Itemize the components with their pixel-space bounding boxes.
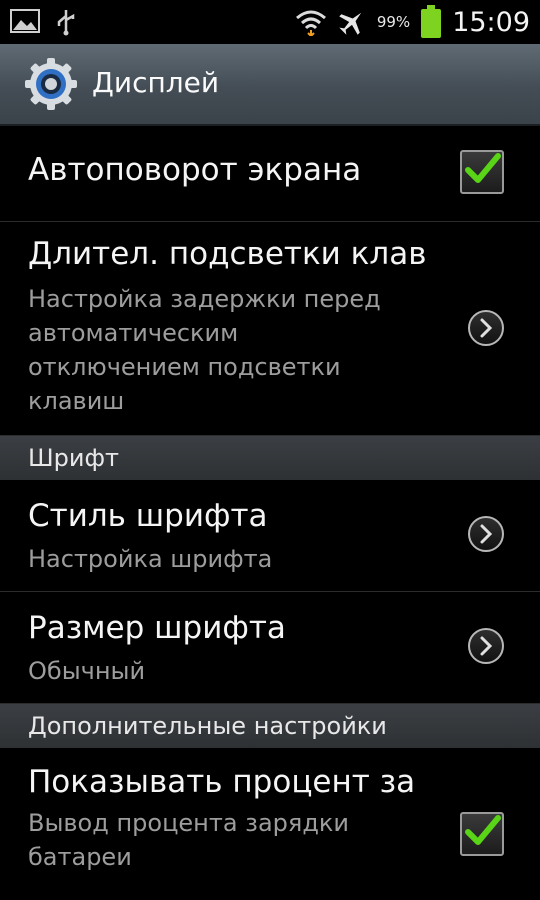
airplane-icon [339,12,362,35]
section-advanced-label: Дополнительные настройки [28,712,387,740]
font-style-title: Стиль шрифта [28,498,268,534]
autorotate-title: Автоповорот экрана [28,152,362,188]
chevron-right-icon [480,636,493,656]
chevron-right-icon [480,318,493,338]
settings-gear-icon[interactable] [24,57,78,111]
font-style-chevron-button[interactable] [468,516,504,552]
backlight-subtitle: Настройка задержки перед автоматическим … [28,285,381,415]
checkmark-icon [465,815,501,845]
title-bar: Дисплей [0,44,540,126]
font-style-item[interactable]: Стиль шрифта Настройка шрифта [0,480,540,592]
font-size-item[interactable]: Размер шрифта Обычный [0,592,540,704]
backlight-title: Длител. подсветки клав [28,236,427,272]
checkmark-icon [465,153,501,183]
wifi-icon [295,10,326,36]
autorotate-checkbox[interactable] [460,150,504,194]
section-header-font: Шрифт [0,436,540,480]
battery-percent-item[interactable]: Показывать процент за Вывод процента зар… [0,748,540,898]
backlight-chevron-button[interactable] [468,310,504,346]
section-header-advanced: Дополнительные настройки [0,704,540,748]
font-style-subtitle: Настройка шрифта [28,545,273,573]
settings-list: Автоповорот экрана Длител. подсветки кла… [0,126,540,898]
section-font-label: Шрифт [28,444,119,472]
backlight-duration-item[interactable]: Длител. подсветки клав Настройка задержк… [0,222,540,436]
status-time: 15:09 [452,6,530,38]
chevron-right-icon [480,524,493,544]
battery-percent-subtitle: Вывод процента зарядки батареи [28,809,350,871]
battery-icon [421,5,442,38]
font-size-subtitle: Обычный [28,657,146,685]
autorotate-item[interactable]: Автоповорот экрана [0,126,540,222]
usb-icon [57,10,75,36]
battery-percent: 99% [376,13,411,31]
font-size-title: Размер шрифта [28,610,286,646]
gallery-icon [10,9,40,33]
battery-percent-checkbox[interactable] [460,812,504,856]
status-bar: 99% 15:09 [0,0,540,44]
battery-percent-title: Показывать процент за [28,764,416,800]
font-size-chevron-button[interactable] [468,628,504,664]
page-title: Дисплей [92,66,220,99]
